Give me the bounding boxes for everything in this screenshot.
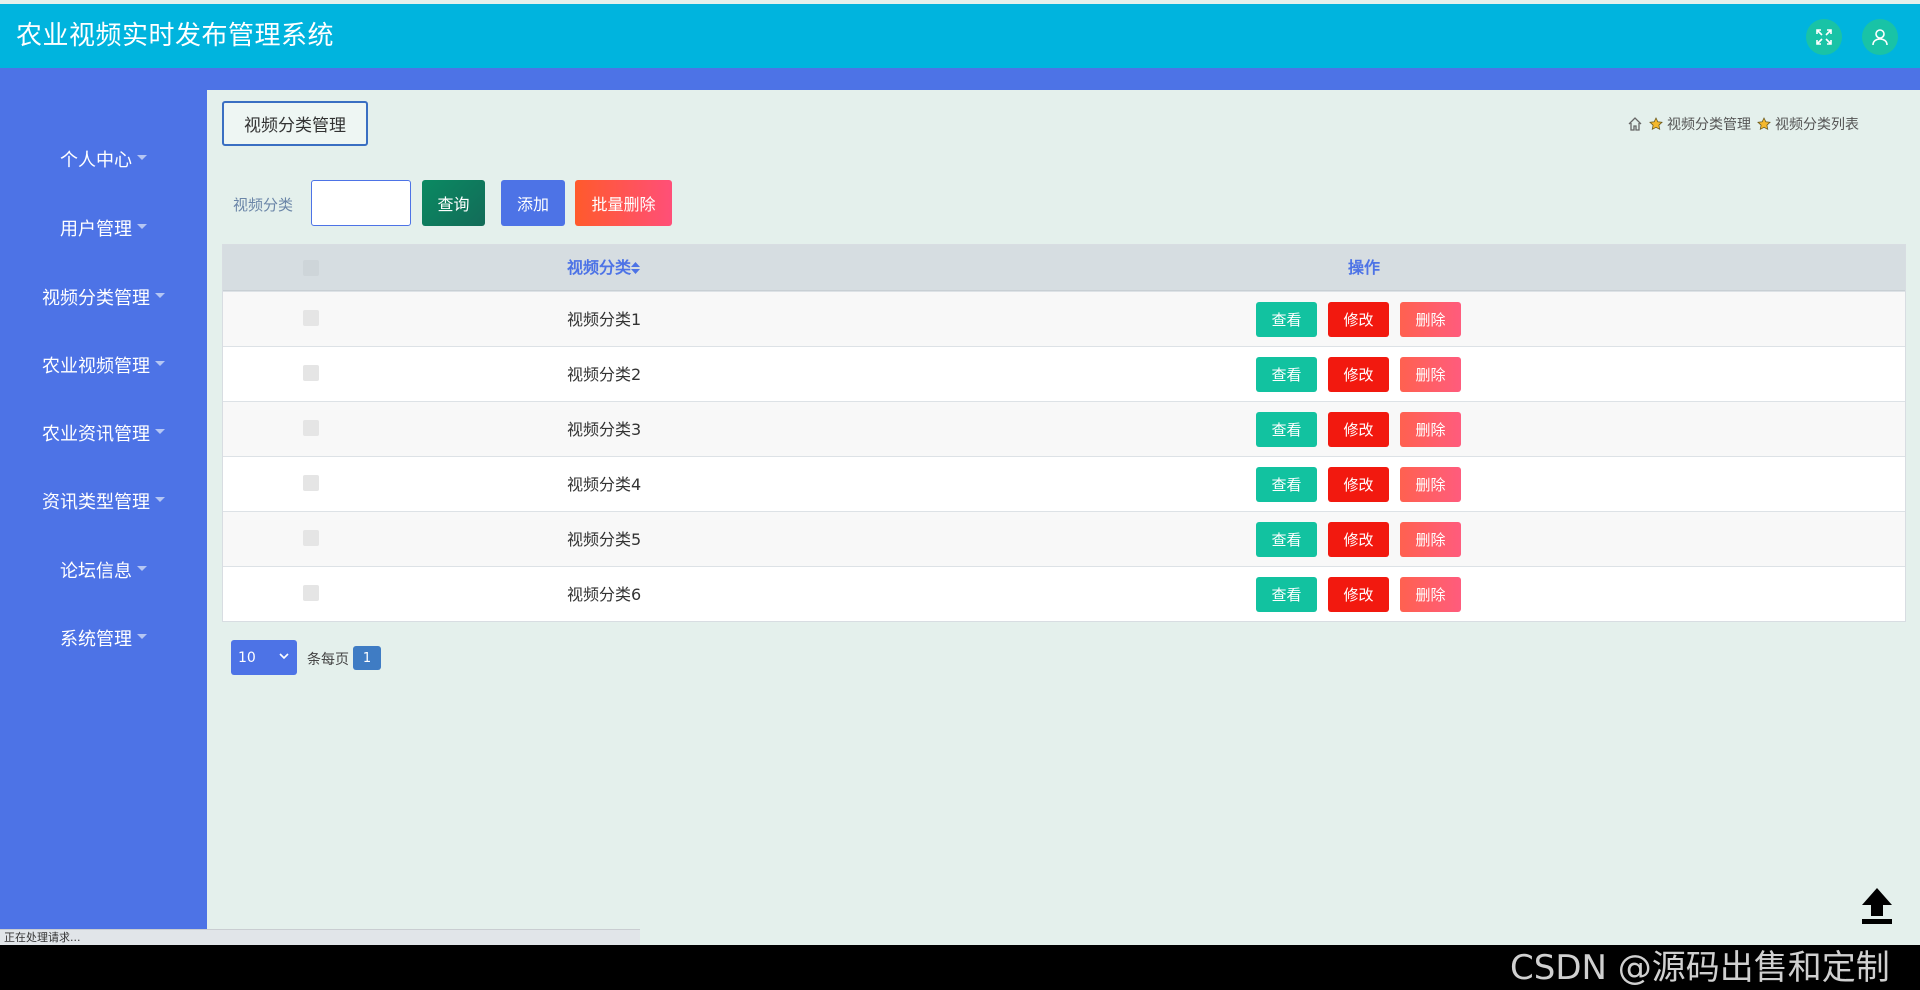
edit-button[interactable]: 修改 <box>1328 522 1389 557</box>
search-label: 视频分类 <box>233 196 294 214</box>
sidebar-item-forum[interactable]: 论坛信息 <box>0 550 207 590</box>
category-cell: 视频分类3 <box>567 420 642 439</box>
breadcrumb: 视频分类管理 视频分类列表 <box>1627 114 1859 134</box>
view-button[interactable]: 查看 <box>1256 467 1317 502</box>
add-button[interactable]: 添加 <box>501 180 565 226</box>
query-button[interactable]: 查询 <box>422 180 485 226</box>
edit-button[interactable]: 修改 <box>1328 577 1389 612</box>
table-row: 视频分类1 查看 修改 删除 <box>223 291 1905 346</box>
column-header-category[interactable]: 视频分类 <box>567 245 641 291</box>
table-row: 视频分类3 查看 修改 删除 <box>223 401 1905 456</box>
caret-down-icon <box>137 154 147 160</box>
category-cell: 视频分类2 <box>567 365 642 384</box>
category-cell: 视频分类4 <box>567 475 642 494</box>
sidebar-item-label: 农业资讯管理 <box>42 424 150 445</box>
star-icon <box>1757 117 1771 131</box>
app-title: 农业视频实时发布管理系统 <box>16 21 335 51</box>
delete-button[interactable]: 删除 <box>1400 302 1461 337</box>
breadcrumb-item: 视频分类列表 <box>1775 117 1859 133</box>
breadcrumb-item[interactable]: 视频分类管理 <box>1667 114 1751 134</box>
sidebar-item-personal-center[interactable]: 个人中心 <box>0 139 207 179</box>
delete-button[interactable]: 删除 <box>1400 467 1461 502</box>
caret-down-icon <box>155 496 165 502</box>
caret-down-icon <box>137 565 147 571</box>
caret-down-icon <box>155 428 165 434</box>
category-cell: 视频分类6 <box>567 585 642 604</box>
view-button[interactable]: 查看 <box>1256 522 1317 557</box>
sidebar-item-label: 个人中心 <box>60 150 132 171</box>
delete-button[interactable]: 删除 <box>1400 357 1461 392</box>
edit-button[interactable]: 修改 <box>1328 302 1389 337</box>
fullscreen-icon <box>1816 29 1832 45</box>
category-cell: 视频分类5 <box>567 530 642 549</box>
main-content: 视频分类管理 视频分类管理 视频分类列表 视频分类 查询 添加 批量删除 视频分… <box>207 90 1920 945</box>
sidebar-item-label: 视频分类管理 <box>42 288 150 309</box>
sidebar-item-label: 论坛信息 <box>60 561 132 582</box>
back-to-top-button[interactable] <box>1857 885 1897 927</box>
star-icon <box>1649 117 1663 131</box>
search-input[interactable] <box>311 180 411 226</box>
row-checkbox[interactable] <box>303 530 319 546</box>
sidebar-item-label: 系统管理 <box>60 629 132 650</box>
header-stripe <box>0 68 1920 90</box>
table-row: 视频分类4 查看 修改 删除 <box>223 456 1905 511</box>
home-icon[interactable] <box>1627 116 1643 132</box>
caret-down-icon <box>137 223 147 229</box>
edit-button[interactable]: 修改 <box>1328 412 1389 447</box>
page-size-select[interactable]: 10 <box>231 640 297 675</box>
edit-button[interactable]: 修改 <box>1328 467 1389 502</box>
watermark: CSDN @源码出售和定制 <box>1510 948 1890 988</box>
upload-arrow-icon <box>1862 888 1892 924</box>
column-header-operations: 操作 <box>1348 258 1381 277</box>
view-button[interactable]: 查看 <box>1256 412 1317 447</box>
data-table: 视频分类 操作 视频分类1 查看 修改 删除 视频分类2 查看 修改 删除 视频… <box>222 244 1906 622</box>
row-checkbox[interactable] <box>303 365 319 381</box>
per-page-label: 条每页 <box>307 652 349 668</box>
sidebar: 个人中心 用户管理 视频分类管理 农业视频管理 农业资讯管理 资讯类型管理 论坛… <box>0 90 207 945</box>
view-button[interactable]: 查看 <box>1256 357 1317 392</box>
sidebar-item-agri-news[interactable]: 农业资讯管理 <box>0 413 207 453</box>
fullscreen-button[interactable] <box>1806 19 1842 55</box>
user-icon <box>1872 29 1888 46</box>
edit-button[interactable]: 修改 <box>1328 357 1389 392</box>
batch-delete-button[interactable]: 批量删除 <box>575 180 672 226</box>
caret-down-icon <box>155 292 165 298</box>
delete-button[interactable]: 删除 <box>1400 412 1461 447</box>
sidebar-item-video-category[interactable]: 视频分类管理 <box>0 277 207 317</box>
app-window: 农业视频实时发布管理系统 个人中心 用户管理 视频分类管理 农业视频管理 农业资… <box>0 0 1920 945</box>
page-number-button[interactable]: 1 <box>353 646 381 670</box>
column-header-label: 视频分类 <box>567 258 632 277</box>
row-checkbox[interactable] <box>303 585 319 601</box>
row-checkbox[interactable] <box>303 420 319 436</box>
delete-button[interactable]: 删除 <box>1400 577 1461 612</box>
view-button[interactable]: 查看 <box>1256 302 1317 337</box>
user-button[interactable] <box>1862 19 1898 55</box>
sidebar-item-user-management[interactable]: 用户管理 <box>0 208 207 248</box>
page-tab[interactable]: 视频分类管理 <box>222 101 368 146</box>
category-cell: 视频分类1 <box>567 310 642 329</box>
page-size-value: 10 <box>238 649 256 666</box>
caret-down-icon <box>155 360 165 366</box>
select-all-checkbox[interactable] <box>303 260 319 276</box>
caret-down-icon <box>137 633 147 639</box>
sidebar-item-system[interactable]: 系统管理 <box>0 618 207 658</box>
table-header: 视频分类 操作 <box>223 245 1905 291</box>
table-row: 视频分类2 查看 修改 删除 <box>223 346 1905 401</box>
chevron-down-icon <box>279 653 289 660</box>
delete-button[interactable]: 删除 <box>1400 522 1461 557</box>
sidebar-item-news-type[interactable]: 资讯类型管理 <box>0 481 207 521</box>
sidebar-item-label: 用户管理 <box>60 219 132 240</box>
row-checkbox[interactable] <box>303 475 319 491</box>
table-row: 视频分类5 查看 修改 删除 <box>223 511 1905 566</box>
view-button[interactable]: 查看 <box>1256 577 1317 612</box>
table-row: 视频分类6 查看 修改 删除 <box>223 566 1905 621</box>
status-bar: 正在处理请求... <box>0 929 640 945</box>
sidebar-item-label: 农业视频管理 <box>42 356 150 377</box>
sidebar-item-label: 资讯类型管理 <box>42 492 150 513</box>
sidebar-item-agri-video[interactable]: 农业视频管理 <box>0 345 207 385</box>
top-header: 农业视频实时发布管理系统 <box>0 4 1920 68</box>
sort-icon[interactable] <box>631 262 641 274</box>
row-checkbox[interactable] <box>303 310 319 326</box>
